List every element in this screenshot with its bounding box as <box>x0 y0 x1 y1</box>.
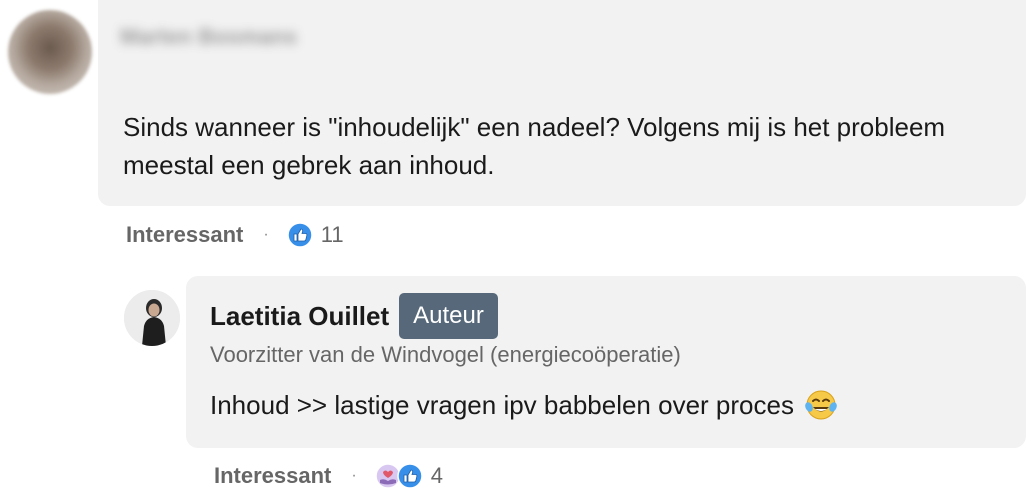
avatar[interactable] <box>8 10 92 94</box>
comment-actions: Interessant · 11 <box>126 222 344 248</box>
comment-author-name[interactable]: Marten Bosmans <box>120 24 352 52</box>
like-icon[interactable] <box>286 222 313 248</box>
author-headline: Voorzitter van de Windvogel (energiecoöp… <box>210 342 681 367</box>
react-button[interactable]: Interessant <box>126 222 243 248</box>
author-name[interactable]: Laetitia Ouillet <box>210 301 389 332</box>
reaction-count[interactable]: 11 <box>321 222 344 248</box>
laughing-tears-emoji-icon <box>804 388 838 422</box>
separator: · <box>351 467 357 484</box>
author-badge: Auteur <box>399 293 498 339</box>
separator: · <box>263 226 269 243</box>
avatar[interactable] <box>124 290 180 346</box>
reply-text-row: Inhoud >> lastige vragen ipv babbelen ov… <box>210 388 838 422</box>
reaction-count[interactable]: 4 <box>431 463 443 489</box>
react-button[interactable]: Interessant <box>214 463 331 489</box>
comment-text: Sinds wanneer is "inhoudelijk" een nadee… <box>123 112 946 180</box>
like-icon[interactable] <box>396 463 423 489</box>
reply-actions: Interessant · 4 <box>214 463 443 489</box>
reply-text: Inhoud >> lastige vragen ipv babbelen ov… <box>210 389 794 420</box>
reply-author-row: Laetitia Ouillet Auteur <box>210 293 498 339</box>
